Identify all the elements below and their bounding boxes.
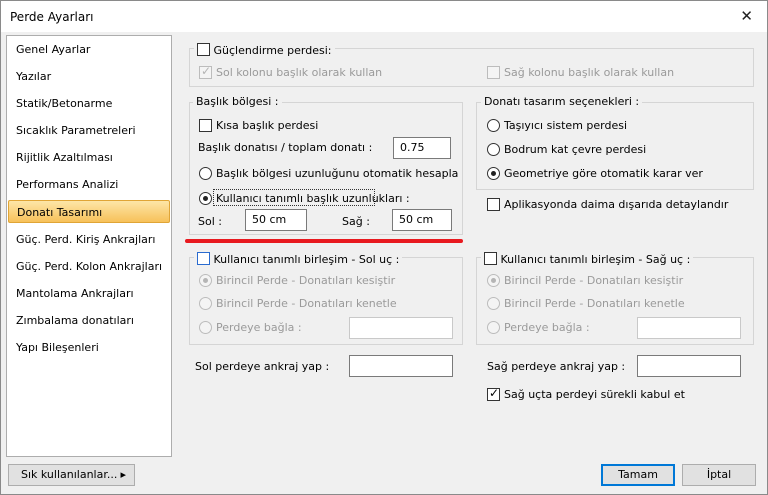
left-joint-checkbox[interactable] — [197, 252, 210, 265]
sidebar-item-column-anchors[interactable]: Güç. Perd. Kolon Ankrajları — [8, 255, 170, 278]
basement-wall-radio[interactable] — [487, 143, 500, 156]
sidebar-item-building-components[interactable]: Yapı Bileşenleri — [8, 336, 170, 359]
right-joint-header: Kullanıcı tanımlı birleşim - Sağ uç : — [481, 250, 694, 266]
sidebar-item-jacketing-anchors[interactable]: Mantolama Ankrajları — [8, 282, 170, 305]
design-options-label: Donatı tasarım seçenekleri : — [481, 95, 643, 108]
left-lock-label: Birincil Perde - Donatıları kenetle — [216, 297, 397, 310]
continuous-checkbox[interactable] — [487, 386, 500, 401]
left-joint-label: Kullanıcı tanımlı birleşim - Sol uç : — [213, 253, 400, 266]
sidebar-item-static[interactable]: Statik/Betonarme — [8, 92, 170, 115]
short-header-checkbox[interactable] — [199, 119, 212, 132]
close-icon[interactable]: ✕ — [740, 7, 753, 25]
sidebar-item-temperature[interactable]: Sıcaklık Parametreleri — [8, 119, 170, 142]
carrier-wall-label: Taşıyıcı sistem perdesi — [504, 119, 628, 132]
sidebar-item-punching[interactable]: Zımbalama donatıları — [8, 309, 170, 332]
window-title: Perde Ayarları — [10, 10, 94, 24]
favorites-button[interactable]: Sık kullanılanlar... ▸ — [8, 464, 135, 486]
left-intersect-radio[interactable] — [199, 274, 212, 287]
right-header-checkbox[interactable] — [487, 66, 500, 79]
geometry-auto-radio[interactable] — [487, 167, 500, 180]
left-intersect-label: Birincil Perde - Donatıları kesiştir — [216, 274, 396, 287]
title-bar: Perde Ayarları ✕ — [1, 1, 767, 32]
left-wall-input[interactable] — [349, 317, 453, 339]
strengthening-header: Güçlendirme perdesi: — [194, 41, 335, 57]
right-intersect-label: Birincil Perde - Donatıları kesiştir — [504, 274, 684, 287]
sidebar-item-general[interactable]: Genel Ayarlar — [8, 38, 170, 61]
left-connect-radio[interactable] — [199, 321, 212, 334]
basement-wall-label: Bodrum kat çevre perdesi — [504, 143, 647, 156]
sidebar-item-stiffness[interactable]: Rijitlik Azaltılması — [8, 146, 170, 169]
sidebar-item-texts[interactable]: Yazılar — [8, 65, 170, 88]
left-header-checkbox[interactable] — [199, 64, 212, 79]
right-connect-label: Perdeye bağla : — [504, 321, 590, 334]
right-header-label: Sağ kolonu başlık olarak kullan — [504, 66, 675, 79]
auto-length-radio[interactable] — [199, 167, 212, 180]
geometry-auto-label: Geometriye göre otomatik karar ver — [504, 167, 703, 180]
detail-outside-checkbox[interactable] — [487, 198, 500, 211]
left-anchor-input[interactable] — [349, 355, 453, 377]
chevron-right-icon: ▸ — [120, 468, 126, 481]
user-length-label: Kullanıcı tanımlı başlık uzunlukları : — [216, 192, 410, 205]
sidebar-item-performance[interactable]: Performans Analizi — [8, 173, 170, 196]
header-region-label: Başlık bölgesi : — [193, 95, 282, 108]
dialog-window: Perde Ayarları ✕ Genel Ayarlar Yazılar S… — [0, 0, 768, 495]
ok-button[interactable]: Tamam — [601, 464, 675, 486]
ratio-input[interactable]: 0.75 — [393, 137, 451, 159]
strengthening-checkbox[interactable] — [197, 43, 210, 56]
right-joint-checkbox[interactable] — [484, 252, 497, 265]
left-connect-label: Perdeye bağla : — [216, 321, 302, 334]
sidebar: Genel Ayarlar Yazılar Statik/Betonarme S… — [6, 35, 172, 457]
left-joint-header: Kullanıcı tanımlı birleşim - Sol uç : — [194, 250, 403, 266]
red-highlight-line — [185, 239, 463, 243]
sidebar-item-reinforcement-design[interactable]: Donatı Tasarımı — [8, 200, 170, 223]
user-length-radio[interactable] — [199, 192, 212, 205]
left-length-input[interactable]: 50 cm — [245, 209, 307, 231]
right-length-label: Sağ : — [342, 215, 370, 228]
strengthening-label: Güçlendirme perdesi: — [213, 44, 332, 57]
favorites-label: Sık kullanılanlar... — [21, 468, 118, 481]
left-anchor-label: Sol perdeye ankraj yap : — [195, 360, 330, 373]
right-lock-label: Birincil Perde - Donatıları kenetle — [504, 297, 685, 310]
ratio-label: Başlık donatısı / toplam donatı : — [198, 141, 373, 154]
cancel-button[interactable]: İptal — [682, 464, 756, 486]
left-lock-radio[interactable] — [199, 297, 212, 310]
left-header-label: Sol kolonu başlık olarak kullan — [216, 66, 383, 79]
right-lock-radio[interactable] — [487, 297, 500, 310]
right-length-input[interactable]: 50 cm — [392, 209, 452, 231]
right-connect-radio[interactable] — [487, 321, 500, 334]
right-anchor-label: Sağ perdeye ankraj yap : — [487, 360, 626, 373]
carrier-wall-radio[interactable] — [487, 119, 500, 132]
right-intersect-radio[interactable] — [487, 274, 500, 287]
right-joint-label: Kullanıcı tanımlı birleşim - Sağ uç : — [500, 253, 691, 266]
right-wall-input[interactable] — [637, 317, 741, 339]
right-anchor-input[interactable] — [637, 355, 741, 377]
detail-outside-label: Aplikasyonda daima dışarıda detaylandır — [504, 198, 729, 211]
short-header-label: Kısa başlık perdesi — [216, 119, 319, 132]
left-length-label: Sol : — [198, 215, 222, 228]
sidebar-item-beam-anchors[interactable]: Güç. Perd. Kiriş Ankrajları — [8, 228, 170, 251]
auto-length-label: Başlık bölgesi uzunluğunu otomatik hesap… — [216, 167, 459, 180]
continuous-label: Sağ uçta perdeyi sürekli kabul et — [504, 388, 685, 401]
